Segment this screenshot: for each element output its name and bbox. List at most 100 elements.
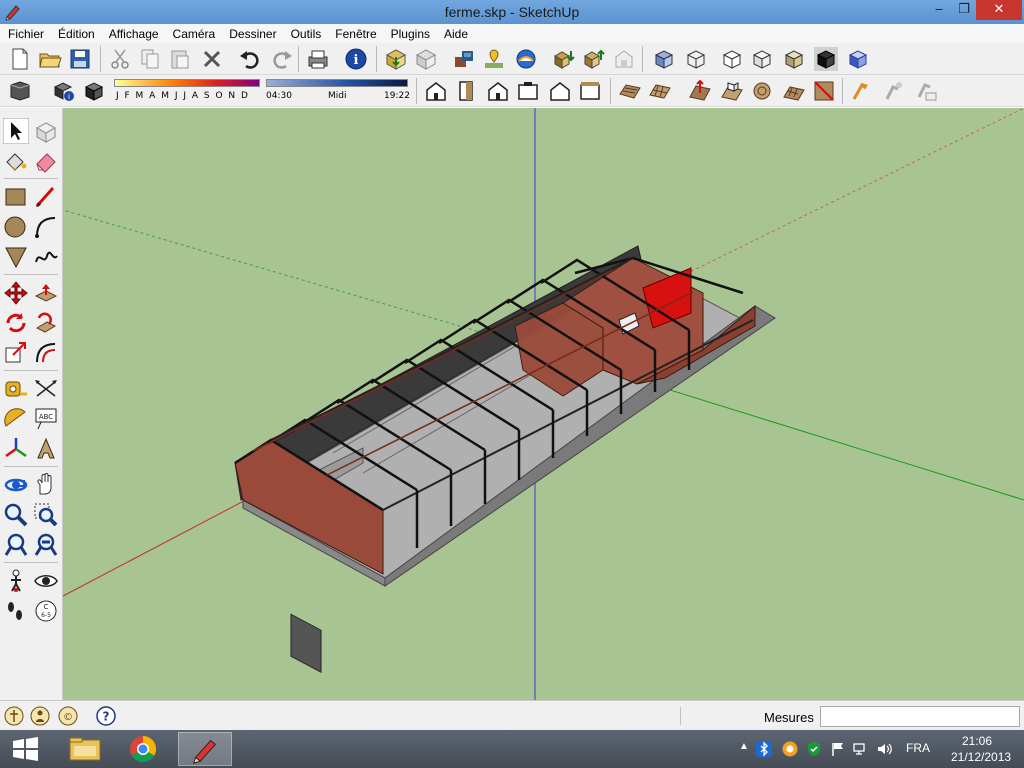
smoove-icon[interactable]: [688, 79, 712, 103]
photo-texture-icon[interactable]: [452, 47, 476, 71]
share-model-icon[interactable]: [414, 47, 438, 71]
sandbox-from-contours-icon[interactable]: [618, 79, 642, 103]
right-view-icon[interactable]: [516, 79, 540, 103]
save-icon[interactable]: [68, 47, 92, 71]
measurements-input[interactable]: [820, 706, 1020, 727]
top-view-icon[interactable]: [454, 79, 478, 103]
print-icon[interactable]: [306, 47, 330, 71]
share-component-icon[interactable]: [582, 47, 606, 71]
open-file-icon[interactable]: [38, 47, 62, 71]
show-hidden-icons[interactable]: ▲: [736, 741, 752, 757]
back-view-icon[interactable]: [548, 79, 572, 103]
clock-time[interactable]: 21:06: [962, 734, 992, 748]
menu-outils[interactable]: Outils: [291, 27, 322, 41]
monochrome-style-icon[interactable]: [814, 47, 838, 71]
model-viewport[interactable]: [63, 108, 1024, 700]
polygon-icon[interactable]: [3, 244, 29, 270]
dynamic-component-attributes-icon[interactable]: [914, 79, 938, 103]
redo-icon[interactable]: [270, 47, 294, 71]
wireframe-style-icon[interactable]: [684, 47, 708, 71]
axes-icon[interactable]: [3, 436, 29, 462]
menu-plugins[interactable]: Plugins: [391, 27, 430, 41]
copy-icon[interactable]: [138, 47, 162, 71]
rotate-icon[interactable]: [3, 310, 29, 336]
add-detail-icon[interactable]: [782, 79, 806, 103]
select-icon[interactable]: [3, 118, 29, 144]
security-shield-icon[interactable]: [806, 741, 822, 757]
sandbox-from-scratch-icon[interactable]: [648, 79, 672, 103]
sketchup-taskbar-icon[interactable]: [178, 732, 232, 766]
menu-fichier[interactable]: Fichier: [8, 27, 44, 41]
xray-style-icon[interactable]: [652, 47, 676, 71]
help-icon[interactable]: ?: [96, 706, 116, 726]
text-icon[interactable]: ABC: [33, 406, 59, 432]
shaded-style-icon[interactable]: [750, 47, 774, 71]
walk-icon[interactable]: [3, 598, 29, 624]
user-login-icon[interactable]: ©: [58, 706, 78, 726]
clock-date[interactable]: 21/12/2013: [951, 750, 1011, 764]
back-edges-style-icon[interactable]: [846, 47, 870, 71]
cut-icon[interactable]: [108, 47, 132, 71]
network-icon[interactable]: [852, 741, 868, 757]
follow-me-icon[interactable]: [33, 310, 59, 336]
pan-icon[interactable]: [33, 472, 59, 498]
input-language[interactable]: FRA: [906, 741, 930, 755]
line-icon[interactable]: [33, 184, 59, 210]
rectangle-icon[interactable]: [3, 184, 29, 210]
model-info-icon[interactable]: i: [344, 47, 368, 71]
bluetooth-icon[interactable]: [756, 741, 772, 757]
get-models-icon[interactable]: [384, 47, 408, 71]
protractor-icon[interactable]: [3, 406, 29, 432]
toggle-terrain-icon[interactable]: [514, 47, 538, 71]
chrome-icon[interactable]: [116, 732, 170, 766]
position-camera-icon[interactable]: [3, 568, 29, 594]
shadow-settings-icon[interactable]: i: [52, 79, 76, 103]
menu-affichage[interactable]: Affichage: [109, 27, 159, 41]
farm-building[interactable]: [234, 245, 776, 673]
push-pull-icon[interactable]: [33, 280, 59, 306]
look-around-icon[interactable]: [33, 568, 59, 594]
eraser-icon[interactable]: [33, 148, 59, 174]
orbit-icon[interactable]: [3, 472, 29, 498]
tape-measure-icon[interactable]: [3, 376, 29, 402]
start-button[interactable]: [0, 732, 50, 766]
offset-icon[interactable]: [33, 340, 59, 366]
extension-warehouse-icon[interactable]: [612, 47, 636, 71]
3d-text-icon[interactable]: [33, 436, 59, 462]
dynamic-component-options-icon[interactable]: [882, 79, 906, 103]
display-shadows-icon[interactable]: [82, 79, 106, 103]
freehand-icon[interactable]: [33, 244, 59, 270]
menu-aide[interactable]: Aide: [444, 27, 468, 41]
scale-icon[interactable]: [3, 340, 29, 366]
add-location-icon[interactable]: [482, 47, 506, 71]
fog-icon[interactable]: [8, 79, 32, 103]
circle-icon[interactable]: [3, 214, 29, 240]
menu-camera[interactable]: Caméra: [173, 27, 216, 41]
geo-location-icon[interactable]: [4, 706, 24, 726]
zoom-window-icon[interactable]: [33, 502, 59, 528]
paint-bucket-icon[interactable]: [3, 148, 29, 174]
move-icon[interactable]: [3, 280, 29, 306]
hidden-line-style-icon[interactable]: [720, 47, 744, 71]
undo-icon[interactable]: [238, 47, 262, 71]
menu-edition[interactable]: Édition: [58, 27, 95, 41]
credits-icon[interactable]: [30, 706, 50, 726]
section-plane-icon[interactable]: C6-5: [33, 598, 59, 624]
minimize-button[interactable]: ‒: [926, 0, 952, 20]
front-view-icon[interactable]: [486, 79, 510, 103]
zoom-icon[interactable]: [3, 502, 29, 528]
get-components-icon[interactable]: [552, 47, 576, 71]
iso-view-icon[interactable]: [424, 79, 448, 103]
dimensions-icon[interactable]: [33, 376, 59, 402]
close-button[interactable]: ✕: [976, 0, 1022, 20]
make-component-icon[interactable]: [33, 118, 59, 144]
paste-icon[interactable]: [168, 47, 192, 71]
month-slider[interactable]: [114, 79, 260, 87]
left-view-icon[interactable]: [578, 79, 602, 103]
new-file-icon[interactable]: [8, 47, 32, 71]
time-slider[interactable]: [266, 79, 408, 87]
menu-fenetre[interactable]: Fenêtre: [335, 27, 376, 41]
flip-edge-icon[interactable]: [812, 79, 836, 103]
shaded-textures-style-icon[interactable]: [782, 47, 806, 71]
drape-icon[interactable]: [750, 79, 774, 103]
